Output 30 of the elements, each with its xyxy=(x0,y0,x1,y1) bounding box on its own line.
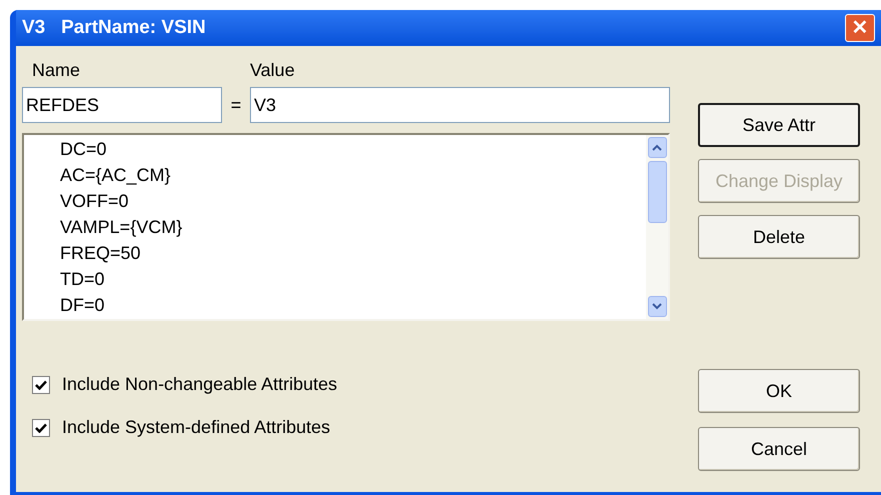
value-label: Value xyxy=(249,59,295,82)
scrollbar[interactable] xyxy=(646,135,668,319)
dialog-button[interactable]: Cancel xyxy=(698,427,860,471)
attribute-item[interactable]: TD=0 xyxy=(60,266,646,292)
scroll-down-button[interactable] xyxy=(648,296,666,317)
checkmark-icon xyxy=(35,380,47,390)
window-title: V3 PartName: VSIN xyxy=(22,16,206,40)
dialog-button[interactable]: Delete xyxy=(698,215,860,259)
value-field[interactable]: V3 xyxy=(250,87,670,123)
close-button[interactable]: ✕ xyxy=(845,14,875,42)
name-label: Name xyxy=(31,59,82,82)
attribute-item[interactable]: VOFF=0 xyxy=(60,188,646,214)
attribute-item[interactable]: FREQ=50 xyxy=(60,240,646,266)
checkbox-label: Include Non-changeable Attributes xyxy=(62,373,338,396)
chevron-down-icon xyxy=(652,303,662,310)
attribute-item[interactable]: DC=0 xyxy=(60,136,646,162)
checkmark-icon xyxy=(35,422,47,432)
checkbox[interactable] xyxy=(32,418,50,436)
equals-sign: = xyxy=(230,94,242,116)
chevron-up-icon xyxy=(652,144,662,151)
scroll-thumb[interactable] xyxy=(648,161,666,223)
dialog-button[interactable]: Save Attr xyxy=(698,103,860,147)
attribute-item[interactable]: DF=0 xyxy=(60,292,646,318)
name-field[interactable]: REFDES xyxy=(22,87,222,123)
scroll-up-button[interactable] xyxy=(648,137,666,158)
attribute-item[interactable]: AC={AC_CM} xyxy=(60,162,646,188)
checkbox-label: Include System-defined Attributes xyxy=(62,416,330,439)
attribute-item[interactable]: VAMPL={VCM} xyxy=(60,214,646,240)
dialog-button[interactable]: OK xyxy=(698,369,860,413)
checkbox[interactable] xyxy=(32,376,50,394)
